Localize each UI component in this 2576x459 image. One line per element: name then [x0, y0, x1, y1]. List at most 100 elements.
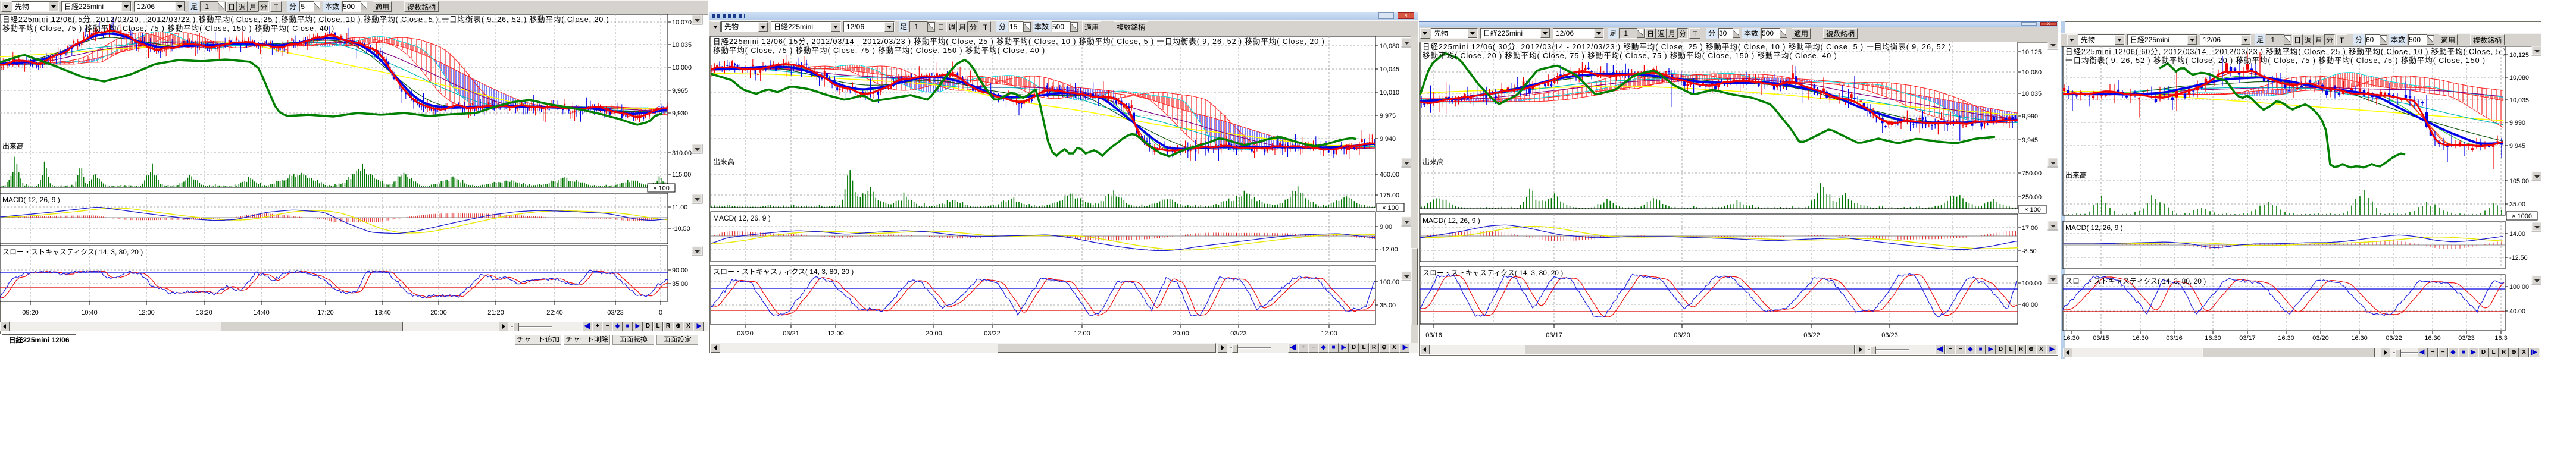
svg-text:12:00: 12:00: [1321, 330, 1337, 337]
svg-text:21:20: 21:20: [487, 309, 504, 316]
svg-text:22:40: 22:40: [546, 309, 563, 316]
svg-text:03/17: 03/17: [1546, 332, 1562, 339]
svg-text:MACD( 12, 26, 9 ): MACD( 12, 26, 9 ): [713, 214, 771, 222]
svg-text:14.00: 14.00: [2509, 231, 2525, 238]
svg-text:9,945: 9,945: [2022, 137, 2038, 144]
svg-text:9,990: 9,990: [2509, 120, 2525, 127]
svg-text:出来高: 出来高: [2065, 171, 2087, 180]
svg-text:9,945: 9,945: [2509, 143, 2525, 150]
svg-text:10,125: 10,125: [2509, 52, 2529, 59]
svg-text:100.00: 100.00: [2022, 280, 2042, 287]
svg-text:16:30: 16:30: [2205, 335, 2221, 342]
svg-text:03/23: 03/23: [1230, 330, 1247, 337]
svg-text:9,940: 9,940: [1380, 136, 1396, 143]
svg-text:MACD( 12, 26, 9 ): MACD( 12, 26, 9 ): [1423, 216, 1480, 225]
svg-text:16:3: 16:3: [2494, 335, 2507, 342]
svg-text:10,035: 10,035: [2509, 97, 2529, 104]
svg-text:9.00: 9.00: [1380, 224, 1392, 231]
svg-text:03/22: 03/22: [1803, 332, 1820, 339]
svg-text:日経225mini 12/06( 5分, 2012/03/2: 日経225mini 12/06( 5分, 2012/03/20 - 2012/0…: [2, 15, 609, 24]
svg-text:03/20: 03/20: [737, 330, 754, 337]
svg-text:03/22: 03/22: [2386, 335, 2402, 342]
svg-text:100.00: 100.00: [1380, 279, 1399, 286]
svg-text:移動平均( Close, 75 ) 移動平均( Clos: 移動平均( Close, 75 ) 移動平均( Close, 75 ) 移動平均…: [2, 24, 334, 33]
svg-text:03/17: 03/17: [2239, 335, 2256, 342]
svg-text:16:30: 16:30: [2351, 335, 2368, 342]
svg-text:14:40: 14:40: [253, 309, 270, 316]
svg-text:10,070: 10,070: [672, 19, 692, 26]
svg-text:0: 0: [659, 309, 662, 316]
svg-text:× 100: × 100: [653, 185, 670, 192]
svg-text:-12.50: -12.50: [2509, 254, 2528, 262]
svg-text:12:00: 12:00: [827, 330, 844, 337]
svg-text:スロー・ストキャスティクス( 14, 3, 80, 20 ): スロー・ストキャスティクス( 14, 3, 80, 20 ): [713, 268, 854, 276]
svg-text:10,045: 10,045: [1380, 66, 1399, 73]
svg-text:16:30: 16:30: [2063, 335, 2080, 342]
svg-text:03/16: 03/16: [2166, 335, 2183, 342]
svg-text:-10.50: -10.50: [672, 225, 690, 232]
svg-text:10,080: 10,080: [2022, 69, 2042, 76]
svg-text:03/22: 03/22: [984, 330, 1001, 337]
svg-text:250.00: 250.00: [2022, 194, 2042, 201]
svg-text:MACD( 12, 26, 9 ): MACD( 12, 26, 9 ): [2, 196, 60, 204]
svg-text:13:20: 13:20: [196, 309, 212, 316]
svg-text:出来高: 出来高: [1423, 157, 1444, 166]
svg-text:16:30: 16:30: [2132, 335, 2149, 342]
svg-text:スロー・ストキャスティクス( 14, 3, 80, 20 ): スロー・ストキャスティクス( 14, 3, 80, 20 ): [2, 248, 143, 256]
svg-text:出来高: 出来高: [2, 142, 24, 150]
svg-text:03/20: 03/20: [2312, 335, 2329, 342]
svg-text:移動平均( Close, 75 ) 移動平均( Clos: 移動平均( Close, 75 ) 移動平均( Close, 75 ) 移動平均…: [713, 46, 1045, 55]
svg-text:20:00: 20:00: [1173, 330, 1189, 337]
svg-text:スロー・ストキャスティクス( 14, 3, 80, 20 ): スロー・ストキャスティクス( 14, 3, 80, 20 ): [2065, 277, 2206, 285]
svg-text:10,000: 10,000: [672, 64, 692, 71]
svg-text:10,080: 10,080: [1380, 43, 1399, 50]
svg-text:× 1000: × 1000: [2512, 213, 2532, 220]
svg-text:9,965: 9,965: [672, 87, 688, 95]
svg-text:MACD( 12, 26, 9 ): MACD( 12, 26, 9 ): [2065, 224, 2123, 232]
svg-text:11.00: 11.00: [672, 204, 687, 211]
svg-text:スロー・ストキャスティクス( 14, 3, 80, 20 ): スロー・ストキャスティクス( 14, 3, 80, 20 ): [1423, 269, 1563, 277]
svg-text:12:00: 12:00: [1074, 330, 1090, 337]
svg-text:09:20: 09:20: [22, 309, 39, 316]
svg-text:90.00: 90.00: [672, 267, 688, 274]
svg-text:115.00: 115.00: [672, 171, 691, 178]
svg-text:35.00: 35.00: [672, 281, 688, 288]
svg-text:日経225mini 12/06( 30分, 2012/03/: 日経225mini 12/06( 30分, 2012/03/14 - 2012/…: [1423, 43, 1952, 51]
svg-text:10,035: 10,035: [672, 42, 692, 49]
svg-text:日経225mini 12/06( 60分, 2012/03/: 日経225mini 12/06( 60分, 2012/03/14 - 2012/…: [2065, 48, 2506, 56]
svg-text:40.00: 40.00: [2022, 301, 2038, 309]
svg-text:移動平均( Close, 20 ) 移動平均( Clos: 移動平均( Close, 20 ) 移動平均( Close, 75 ) 移動平均…: [1423, 52, 1837, 60]
svg-text:460.00: 460.00: [1380, 171, 1399, 178]
svg-text:-12.00: -12.00: [1380, 246, 1398, 253]
svg-text:175.00: 175.00: [1380, 192, 1399, 199]
svg-text:35.00: 35.00: [2509, 201, 2525, 208]
svg-text:03/23: 03/23: [607, 309, 624, 316]
svg-text:× 100: × 100: [1382, 205, 1399, 212]
svg-text:17.00: 17.00: [2022, 225, 2038, 232]
svg-text:40.00: 40.00: [2509, 308, 2525, 315]
svg-text:日経225mini 12/06( 15分, 2012/03/: 日経225mini 12/06( 15分, 2012/03/14 - 2012/…: [713, 37, 1325, 46]
svg-text:750.00: 750.00: [2022, 170, 2042, 177]
svg-text:03/20: 03/20: [1674, 332, 1690, 339]
svg-text:17:20: 17:20: [317, 309, 334, 316]
svg-text:20:00: 20:00: [926, 330, 942, 337]
svg-text:10,080: 10,080: [2509, 74, 2529, 81]
svg-text:18:40: 18:40: [374, 309, 391, 316]
svg-text:03/23: 03/23: [1881, 332, 1898, 339]
svg-text:10,010: 10,010: [1380, 89, 1399, 96]
svg-text:一目均衡表( 9, 26, 52 ) 移動平均( Clo: 一目均衡表( 9, 26, 52 ) 移動平均( Close, 20 ) 移動平…: [2065, 56, 2486, 65]
svg-text:20:00: 20:00: [430, 309, 447, 316]
svg-text:9,930: 9,930: [672, 110, 688, 117]
svg-text:35.00: 35.00: [1380, 302, 1396, 309]
svg-text:03/21: 03/21: [783, 330, 799, 337]
svg-text:03/15: 03/15: [2093, 335, 2109, 342]
svg-text:100.00: 100.00: [2509, 284, 2529, 291]
svg-text:03/16: 03/16: [1425, 332, 1442, 339]
svg-text:9,975: 9,975: [1380, 112, 1396, 120]
svg-text:03/23: 03/23: [2458, 335, 2475, 342]
svg-text:-8.50: -8.50: [2022, 248, 2037, 255]
svg-text:出来高: 出来高: [713, 157, 734, 166]
svg-text:10,035: 10,035: [2022, 90, 2042, 98]
svg-text:310.00: 310.00: [672, 150, 692, 157]
svg-text:10,125: 10,125: [2022, 49, 2042, 56]
